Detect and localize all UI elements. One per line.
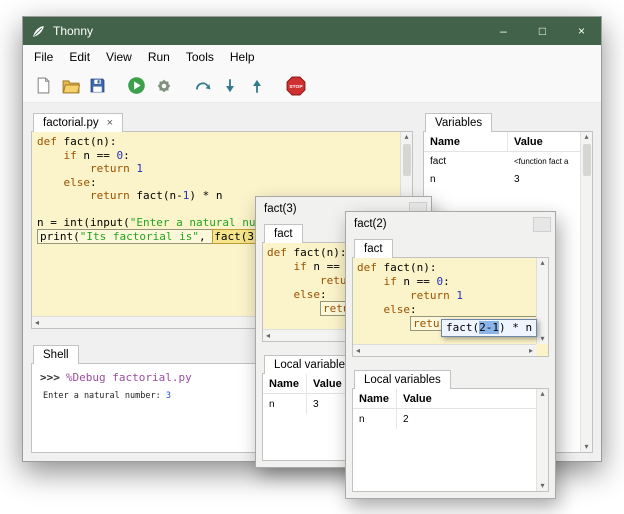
frame-vscrollbar[interactable]: ▴▾ bbox=[536, 258, 548, 344]
scroll-left-icon[interactable]: ◂ bbox=[266, 331, 270, 341]
local-variables-tabbar: Local variables bbox=[352, 367, 549, 388]
frame-code-view[interactable]: def fact(n): if n == 0: return 1 else: r… bbox=[352, 257, 549, 357]
scroll-up-icon[interactable]: ▴ bbox=[584, 132, 588, 142]
step-into-button[interactable] bbox=[217, 73, 242, 98]
local-variables-header: Local variables bbox=[354, 370, 451, 389]
variables-col-name[interactable]: Name bbox=[424, 132, 508, 151]
menu-item-run[interactable]: Run bbox=[140, 50, 178, 64]
scroll-down-icon[interactable]: ▾ bbox=[540, 334, 544, 344]
variables-header: Name Value bbox=[424, 132, 592, 152]
shell-output-text: Enter a natural number: bbox=[43, 391, 166, 401]
local-variables-columns: Name Value bbox=[353, 389, 548, 409]
frame-body: fact def fact(n): if n == 0: return 1 el… bbox=[346, 236, 555, 498]
step-out-icon bbox=[248, 77, 266, 95]
run-icon bbox=[127, 76, 146, 95]
variable-row-fact[interactable]: fact <function fact a bbox=[424, 152, 592, 170]
open-file-button[interactable] bbox=[58, 73, 83, 98]
shell-tab-label: Shell bbox=[43, 349, 69, 361]
thonny-logo-icon bbox=[31, 24, 46, 39]
save-file-button[interactable] bbox=[85, 73, 110, 98]
new-file-icon bbox=[35, 77, 52, 94]
tab-shell[interactable]: Shell bbox=[33, 345, 79, 364]
window-controls: – □ × bbox=[484, 17, 601, 45]
menu-item-file[interactable]: File bbox=[26, 50, 61, 64]
scroll-up-icon[interactable]: ▴ bbox=[404, 132, 408, 142]
editor-tabbar: factorial.py × bbox=[31, 109, 413, 131]
shell-prompt: >>> bbox=[40, 371, 60, 384]
debug-script-button[interactable] bbox=[151, 73, 176, 98]
evaluated-expression-popup: fact(2-1) * n bbox=[441, 319, 537, 337]
scroll-down-icon[interactable]: ▾ bbox=[540, 481, 544, 491]
variables-tabbar: Variables bbox=[423, 109, 593, 131]
variables-tab-label: Variables bbox=[435, 117, 482, 129]
tab-variables[interactable]: Variables bbox=[425, 113, 492, 132]
frame-tabbar: fact bbox=[352, 236, 549, 257]
maximize-button[interactable]: □ bbox=[523, 17, 562, 45]
menu-item-help[interactable]: Help bbox=[222, 50, 263, 64]
minimize-button[interactable]: – bbox=[484, 17, 523, 45]
frame-title: fact(3) bbox=[264, 203, 297, 215]
scroll-thumb[interactable] bbox=[583, 144, 591, 176]
tab-fact[interactable]: fact bbox=[264, 224, 303, 243]
save-icon bbox=[89, 77, 106, 94]
scroll-thumb[interactable] bbox=[403, 144, 411, 176]
shell-command: %Debug factorial.py bbox=[66, 371, 192, 384]
close-button[interactable]: × bbox=[562, 17, 601, 45]
variables-scrollbar[interactable]: ▴ ▾ bbox=[580, 132, 592, 452]
menu-item-tools[interactable]: Tools bbox=[178, 50, 222, 64]
shell-input-echo: 3 bbox=[166, 391, 171, 401]
scroll-right-icon[interactable]: ▸ bbox=[529, 346, 533, 356]
scroll-left-icon[interactable]: ◂ bbox=[35, 318, 39, 328]
window-title: Thonny bbox=[53, 24, 93, 38]
editor-tab-label: factorial.py bbox=[43, 117, 99, 129]
titlebar[interactable]: Thonny – □ × bbox=[23, 17, 601, 45]
step-over-button[interactable] bbox=[190, 73, 215, 98]
scroll-up-icon[interactable]: ▴ bbox=[540, 389, 544, 399]
variable-row-n[interactable]: n 3 bbox=[424, 170, 592, 188]
local-variable-row-n[interactable]: n 2 bbox=[353, 409, 548, 429]
menubar: File Edit View Run Tools Help bbox=[23, 45, 601, 69]
svg-text:STOP: STOP bbox=[289, 84, 303, 90]
tab-close-icon[interactable]: × bbox=[107, 117, 113, 129]
open-folder-icon bbox=[62, 77, 80, 95]
step-out-button[interactable] bbox=[244, 73, 269, 98]
scroll-left-icon[interactable]: ◂ bbox=[356, 346, 360, 356]
toolbar: STOP bbox=[23, 69, 601, 103]
step-over-icon bbox=[194, 77, 212, 95]
close-button[interactable] bbox=[533, 217, 551, 232]
local-variables-table: Name Value n 2 ▴ ▾ bbox=[352, 388, 549, 492]
scroll-down-icon[interactable]: ▾ bbox=[584, 442, 588, 452]
frame-hscrollbar[interactable]: ◂▸ bbox=[353, 344, 536, 356]
frame-title: fact(2) bbox=[354, 218, 387, 230]
frame-titlebar[interactable]: fact(2) bbox=[346, 212, 555, 236]
tab-fact[interactable]: fact bbox=[354, 239, 393, 258]
run-script-button[interactable] bbox=[124, 73, 149, 98]
menu-item-edit[interactable]: Edit bbox=[61, 50, 98, 64]
new-file-button[interactable] bbox=[31, 73, 56, 98]
stop-icon: STOP bbox=[286, 76, 306, 96]
step-into-icon bbox=[221, 77, 239, 95]
local-variables-scrollbar[interactable]: ▴ ▾ bbox=[536, 389, 548, 491]
debug-frame-window-fact2[interactable]: fact(2) fact def fact(n): if n == 0: ret… bbox=[345, 211, 556, 499]
scroll-up-icon[interactable]: ▴ bbox=[540, 258, 544, 268]
stop-button[interactable]: STOP bbox=[283, 73, 308, 98]
menu-item-view[interactable]: View bbox=[98, 50, 140, 64]
tab-factorial-py[interactable]: factorial.py × bbox=[33, 113, 123, 132]
debug-gear-icon bbox=[155, 77, 173, 95]
